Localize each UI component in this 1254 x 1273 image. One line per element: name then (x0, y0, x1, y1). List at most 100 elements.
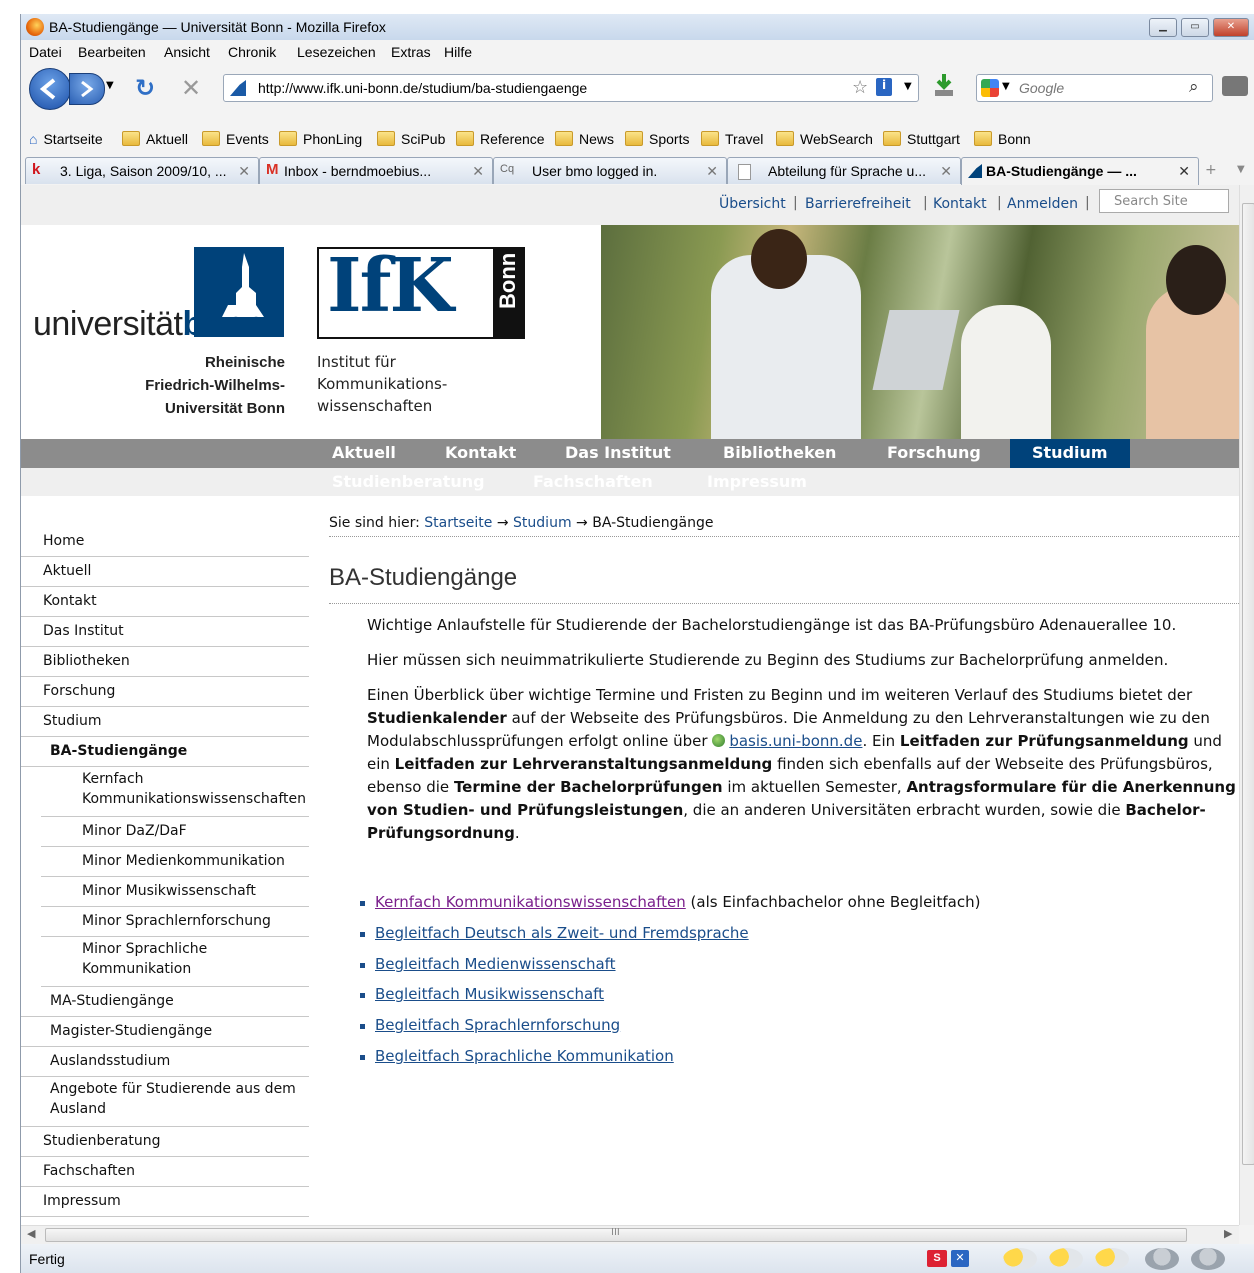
maximize-button[interactable]: ▭ (1181, 18, 1209, 37)
weather-rain-icon[interactable] (1145, 1248, 1179, 1270)
bookmark-reference[interactable]: Reference (456, 131, 545, 147)
bookmark-websearch[interactable]: WebSearch (776, 131, 873, 147)
search-icon[interactable]: ⌕ (1189, 77, 1199, 97)
link-begleitfach-deutsch[interactable]: Begleitfach Deutsch als Zweit- und Fremd… (375, 924, 749, 942)
bookmark-startseite[interactable]: ⌂ Startseite (29, 131, 103, 147)
sidebar-item-impressum[interactable]: Impressum (21, 1187, 309, 1217)
sidebar-item-angebote-ausland[interactable]: Angebote für Studierende aus dem Ausland (21, 1077, 309, 1127)
link-begleitfach-musikwissenschaft[interactable]: Begleitfach Musikwissenschaft (375, 985, 604, 1003)
history-dropdown-icon[interactable]: ▼ (106, 80, 114, 91)
forward-button[interactable] (69, 73, 105, 105)
tab-close-icon[interactable]: ✕ (1178, 163, 1190, 180)
tab-close-icon[interactable]: ✕ (940, 163, 952, 180)
scroll-right-icon[interactable]: ▶ (1224, 1227, 1232, 1240)
info-icon[interactable]: i (876, 78, 892, 96)
menu-ansicht[interactable]: Ansicht (164, 44, 210, 60)
link-begleitfach-sprachliche-kommunikation[interactable]: Begleitfach Sprachliche Kommunikation (375, 1047, 674, 1065)
tab-list-icon[interactable]: ▼ (1237, 164, 1245, 175)
nav-kontakt[interactable]: Kontakt (445, 439, 516, 468)
weather-sun-cloud-icon[interactable] (1003, 1248, 1037, 1270)
bookmark-phonling[interactable]: PhonLing (279, 131, 362, 147)
sidebar-item-fachschaften[interactable]: Fachschaften (21, 1157, 309, 1187)
menu-extras[interactable]: Extras (391, 44, 431, 60)
new-tab-button[interactable]: + (1205, 162, 1217, 178)
sidebar-item-ma-studiengaenge[interactable]: MA-Studiengänge (21, 987, 309, 1017)
bookmark-scipub[interactable]: SciPub (377, 131, 445, 147)
weather-rain-icon[interactable] (1191, 1248, 1225, 1270)
menu-chronik[interactable]: Chronik (228, 44, 276, 60)
download-icon[interactable] (933, 72, 955, 96)
addon-icon[interactable]: ✕ (951, 1250, 969, 1267)
addon-icon[interactable]: S (927, 1250, 947, 1267)
link-basis[interactable]: basis.uni-bonn.de (729, 732, 862, 750)
link-kontakt[interactable]: Kontakt (933, 196, 987, 212)
sidebar-item-magister-studiengaenge[interactable]: Magister-Studiengänge (21, 1017, 309, 1047)
scrollbar-thumb[interactable] (1242, 203, 1254, 1165)
nav-bibliotheken[interactable]: Bibliotheken (723, 439, 836, 468)
sidebar-item-forschung[interactable]: Forschung (21, 677, 309, 707)
nav-das-institut[interactable]: Das Institut (565, 439, 671, 468)
bookmark-news[interactable]: News (555, 131, 614, 147)
search-bar[interactable]: ▼ Google ⌕ (976, 74, 1213, 102)
link-kernfach[interactable]: Kernfach Kommunikationswissenschaften (375, 893, 686, 911)
bookmark-aktuell[interactable]: Aktuell (122, 131, 188, 147)
tab-3-liga[interactable]: k 3. Liga, Saison 2009/10, ... ✕ (25, 157, 259, 184)
sidebar-item-studienberatung[interactable]: Studienberatung (21, 1127, 309, 1157)
sidebar-item-minor-sprachliche-kommunikation[interactable]: Minor Sprachliche Kommunikation (41, 937, 309, 987)
close-button[interactable]: ✕ (1213, 18, 1249, 37)
sidebar-item-minor-medienkommunikation[interactable]: Minor Medienkommunikation (41, 847, 309, 877)
nav-studium[interactable]: Studium (1010, 439, 1130, 468)
sidebar-item-minor-daz-daf[interactable]: Minor DaZ/DaF (41, 817, 309, 847)
scroll-left-icon[interactable]: ◀ (27, 1227, 35, 1240)
nav-aktuell[interactable]: Aktuell (332, 439, 396, 468)
link-begleitfach-medienwissenschaft[interactable]: Begleitfach Medienwissenschaft (375, 955, 616, 973)
link-begleitfach-sprachlernforschung[interactable]: Begleitfach Sprachlernforschung (375, 1016, 620, 1034)
link-anmelden[interactable]: Anmelden (1007, 196, 1078, 212)
reload-icon[interactable]: ↻ (135, 74, 155, 102)
menu-bearbeiten[interactable]: Bearbeiten (78, 44, 146, 60)
bookmark-events[interactable]: Events (202, 131, 269, 147)
bookmark-star-icon[interactable]: ☆ (852, 77, 868, 98)
sidebar-item-das-institut[interactable]: Das Institut (21, 617, 309, 647)
nav-fachschaften[interactable]: Fachschaften (533, 472, 653, 491)
search-engine-dropdown-icon[interactable]: ▼ (1002, 81, 1010, 92)
nav-studienberatung[interactable]: Studienberatung (332, 472, 485, 491)
scrollbar-thumb[interactable]: III (45, 1227, 1187, 1242)
tab-close-icon[interactable]: ✕ (706, 163, 718, 180)
tab-inbox[interactable]: M Inbox - berndmoebius... ✕ (259, 157, 493, 184)
url-text[interactable]: http://www.ifk.uni-bonn.de/studium/ba-st… (258, 80, 587, 96)
sidebar-item-bibliotheken[interactable]: Bibliotheken (21, 647, 309, 677)
sidebar-item-ba-studiengaenge[interactable]: BA-Studiengänge (21, 737, 309, 767)
url-bar[interactable]: http://www.ifk.uni-bonn.de/studium/ba-st… (223, 74, 919, 102)
menu-hilfe[interactable]: Hilfe (444, 44, 472, 60)
nav-forschung[interactable]: Forschung (887, 439, 981, 468)
tab-user-bmo[interactable]: Cq User bmo logged in. ✕ (493, 157, 727, 184)
stop-icon[interactable]: ✕ (181, 74, 201, 102)
sidebar-item-auslandsstudium[interactable]: Auslandsstudium (21, 1047, 309, 1077)
university-logo-text[interactable]: universitätbonn (33, 305, 264, 344)
sidebar-item-kernfach[interactable]: Kernfach Kommunikationswissenschaften (41, 767, 309, 817)
ifk-logo[interactable]: IfK Bonn (317, 243, 525, 339)
bookmark-bonn[interactable]: Bonn (974, 131, 1031, 147)
google-icon[interactable] (981, 79, 999, 97)
sidebar-item-minor-sprachlernforschung[interactable]: Minor Sprachlernforschung (41, 907, 309, 937)
sidebar-item-aktuell[interactable]: Aktuell (21, 557, 309, 587)
tab-close-icon[interactable]: ✕ (472, 163, 484, 180)
minimize-button[interactable]: ▁ (1149, 18, 1177, 37)
menu-lesezeichen[interactable]: Lesezeichen (297, 44, 376, 60)
tab-close-icon[interactable]: ✕ (238, 163, 250, 180)
back-button[interactable] (29, 68, 71, 110)
nav-impressum[interactable]: Impressum (707, 472, 807, 491)
tab-ba-studiengaenge[interactable]: BA-Studiengänge — ... ✕ (961, 157, 1199, 185)
sidebar-item-kontakt[interactable]: Kontakt (21, 587, 309, 617)
url-dropdown-icon[interactable]: ▼ (904, 81, 912, 92)
vertical-scrollbar[interactable] (1239, 185, 1254, 1225)
tab-abteilung[interactable]: Abteilung für Sprache u... ✕ (727, 157, 961, 184)
breadcrumb-link-startseite[interactable]: Startseite (424, 515, 492, 531)
menu-datei[interactable]: Datei (29, 44, 62, 60)
breadcrumb-link-studium[interactable]: Studium (513, 515, 572, 531)
link-barrierefreiheit[interactable]: Barrierefreiheit (805, 196, 911, 212)
print-icon[interactable] (1222, 76, 1248, 96)
weather-sun-cloud-icon[interactable] (1049, 1248, 1083, 1270)
bookmark-sports[interactable]: Sports (625, 131, 689, 147)
